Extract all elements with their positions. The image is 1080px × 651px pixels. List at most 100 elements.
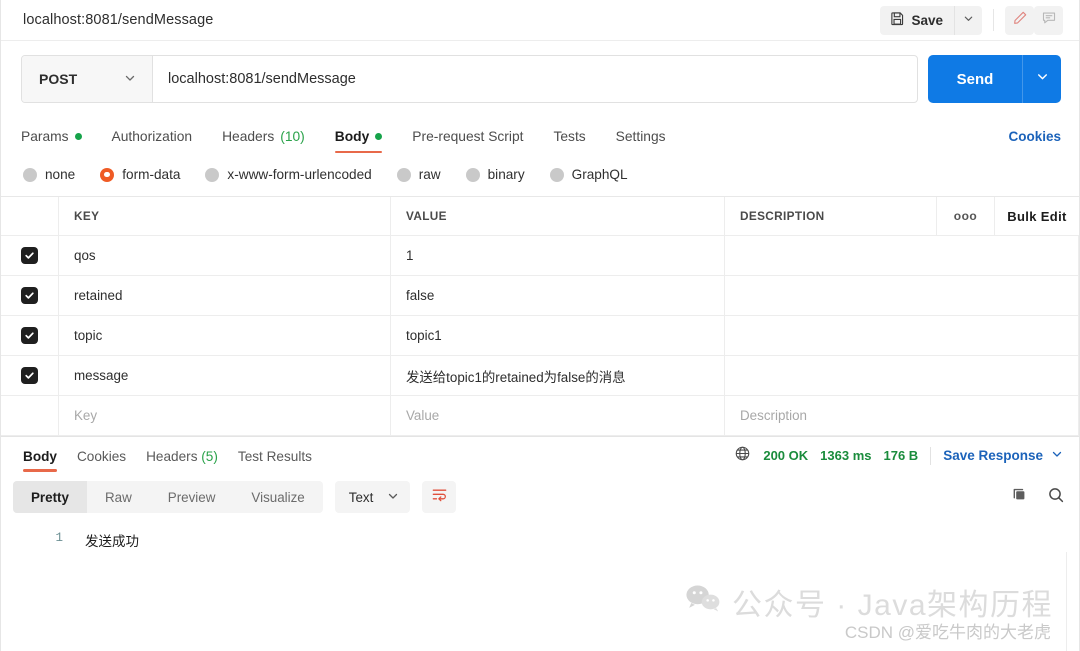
tab-pre-request-script[interactable]: Pre-request Script	[412, 129, 523, 153]
form-data-table: KEY VALUE DESCRIPTION ooo Bulk Edit qos …	[1, 196, 1079, 436]
response-tab-headers-label: Headers	[146, 448, 198, 464]
copy-icon[interactable]	[1011, 486, 1029, 509]
view-visualize-button[interactable]: Visualize	[233, 481, 322, 513]
new-key-input[interactable]: Key	[59, 396, 391, 435]
request-tab-title[interactable]: localhost:8081/sendMessage	[23, 12, 880, 28]
view-raw-button[interactable]: Raw	[87, 481, 150, 513]
row-value[interactable]: 发送给topic1的retained为false的消息	[391, 356, 725, 395]
body-type-graphql[interactable]: GraphQL	[549, 167, 628, 182]
ellipsis-icon[interactable]: ooo	[937, 197, 995, 235]
response-tab-body[interactable]: Body	[13, 440, 67, 472]
header-value: VALUE	[391, 197, 725, 235]
row-key[interactable]: retained	[59, 276, 391, 315]
tab-body-label: Body	[334, 129, 370, 144]
row-key[interactable]: message	[59, 356, 391, 395]
line-text: 发送成功	[85, 534, 139, 549]
row-description[interactable]	[725, 356, 1079, 395]
body-type-binary[interactable]: binary	[465, 167, 525, 182]
row-description[interactable]	[725, 236, 1079, 275]
window-topbar: localhost:8081/sendMessage Save	[1, 0, 1079, 41]
tab-body[interactable]: Body	[334, 129, 383, 153]
response-panel: Body Cookies Headers (5) Test Results 20…	[1, 436, 1079, 612]
save-options-button[interactable]	[954, 5, 982, 35]
watermark-line2: CSDN @爱吃牛肉的大老虎	[844, 623, 1051, 642]
response-tab-body-label: Body	[23, 448, 57, 464]
new-description-input[interactable]: Description	[725, 396, 1079, 435]
tab-tests[interactable]: Tests	[553, 129, 585, 153]
radio-selected-icon	[100, 167, 115, 182]
response-format-select[interactable]: Text	[334, 481, 411, 513]
table-row[interactable]: retained false	[1, 276, 1079, 316]
ellipsis-glyph: ooo	[953, 209, 978, 223]
response-tab-test-results[interactable]: Test Results	[228, 440, 322, 472]
body-type-raw-label: raw	[418, 167, 441, 182]
response-body-code[interactable]: 1 发送成功	[1, 520, 1079, 612]
body-type-form-data-label: form-data	[122, 167, 181, 182]
comment-icon	[1041, 10, 1057, 31]
http-method-select[interactable]: POST	[22, 56, 153, 102]
globe-icon[interactable]	[734, 445, 751, 467]
body-type-x-www-form-urlencoded[interactable]: x-www-form-urlencoded	[205, 167, 372, 182]
row-description[interactable]	[725, 276, 1079, 315]
new-value-input[interactable]: Value	[391, 396, 725, 435]
meta-divider	[930, 446, 932, 465]
tab-settings[interactable]: Settings	[616, 129, 666, 153]
radio-icon	[23, 167, 37, 182]
row-key[interactable]: qos	[59, 236, 391, 275]
send-options-button[interactable]	[1022, 55, 1061, 103]
request-url-row: POST localhost:8081/sendMessage Send	[1, 41, 1079, 117]
tab-authorization-label: Authorization	[111, 129, 193, 144]
cookies-link[interactable]: Cookies	[1008, 129, 1061, 153]
tab-pre-request-script-label: Pre-request Script	[412, 129, 524, 144]
tab-headers-count: (10)	[280, 129, 305, 144]
body-type-graphql-label: GraphQL	[571, 167, 628, 182]
method-and-url: POST localhost:8081/sendMessage	[21, 55, 918, 103]
response-view-segmented-control: Pretty Raw Preview Visualize	[13, 481, 323, 513]
save-response-button[interactable]: Save Response	[943, 448, 1063, 463]
row-value[interactable]: false	[391, 276, 725, 315]
pencil-icon	[1012, 10, 1028, 31]
request-tabs: Params Authorization Headers (10) Body P…	[1, 117, 1079, 153]
checkbox-checked-icon[interactable]	[21, 247, 38, 264]
body-type-x-www-form-urlencoded-label: x-www-form-urlencoded	[227, 167, 372, 182]
send-button[interactable]: Send	[928, 55, 1022, 103]
table-row[interactable]: topic topic1	[1, 316, 1079, 356]
comment-button[interactable]	[1034, 5, 1063, 35]
response-tab-headers-count: (5)	[201, 448, 218, 464]
body-type-none[interactable]: none	[23, 167, 75, 182]
body-type-raw[interactable]: raw	[396, 167, 441, 182]
table-row[interactable]: qos 1	[1, 236, 1079, 276]
chevron-down-icon	[963, 11, 974, 29]
table-row[interactable]: message 发送给topic1的retained为false的消息	[1, 356, 1079, 396]
body-type-radio-group: none form-data x-www-form-urlencoded raw…	[1, 153, 1079, 196]
response-size: 176 B	[883, 448, 919, 463]
checkbox-checked-icon[interactable]	[21, 287, 38, 304]
tab-settings-label: Settings	[615, 129, 666, 144]
row-checkbox-cell	[1, 356, 59, 395]
row-key[interactable]: topic	[59, 316, 391, 355]
request-url-input[interactable]: localhost:8081/sendMessage	[153, 56, 917, 102]
checkbox-checked-icon[interactable]	[21, 367, 38, 384]
view-pretty-button[interactable]: Pretty	[13, 481, 87, 513]
response-tab-headers[interactable]: Headers (5)	[136, 440, 228, 472]
bulk-edit-button[interactable]: Bulk Edit	[995, 197, 1079, 235]
tab-authorization[interactable]: Authorization	[112, 129, 193, 153]
row-description[interactable]	[725, 316, 1079, 355]
row-checkbox-cell	[1, 316, 59, 355]
save-response-label: Save Response	[943, 448, 1043, 463]
tab-headers-label: Headers	[222, 129, 275, 144]
tab-params[interactable]: Params	[21, 129, 82, 153]
chevron-down-icon	[1051, 448, 1063, 463]
checkbox-checked-icon[interactable]	[21, 327, 38, 344]
row-value[interactable]: 1	[391, 236, 725, 275]
view-preview-button[interactable]: Preview	[150, 481, 234, 513]
wrap-lines-button[interactable]	[422, 481, 457, 513]
edit-request-button[interactable]	[1005, 5, 1034, 35]
body-type-form-data[interactable]: form-data	[100, 167, 180, 182]
search-icon[interactable]	[1047, 486, 1065, 509]
save-button[interactable]: Save	[880, 6, 954, 35]
row-value[interactable]: topic1	[391, 316, 725, 355]
tab-headers[interactable]: Headers (10)	[222, 129, 305, 153]
table-row-empty[interactable]: Key Value Description	[1, 396, 1079, 436]
response-tab-cookies[interactable]: Cookies	[67, 440, 136, 472]
